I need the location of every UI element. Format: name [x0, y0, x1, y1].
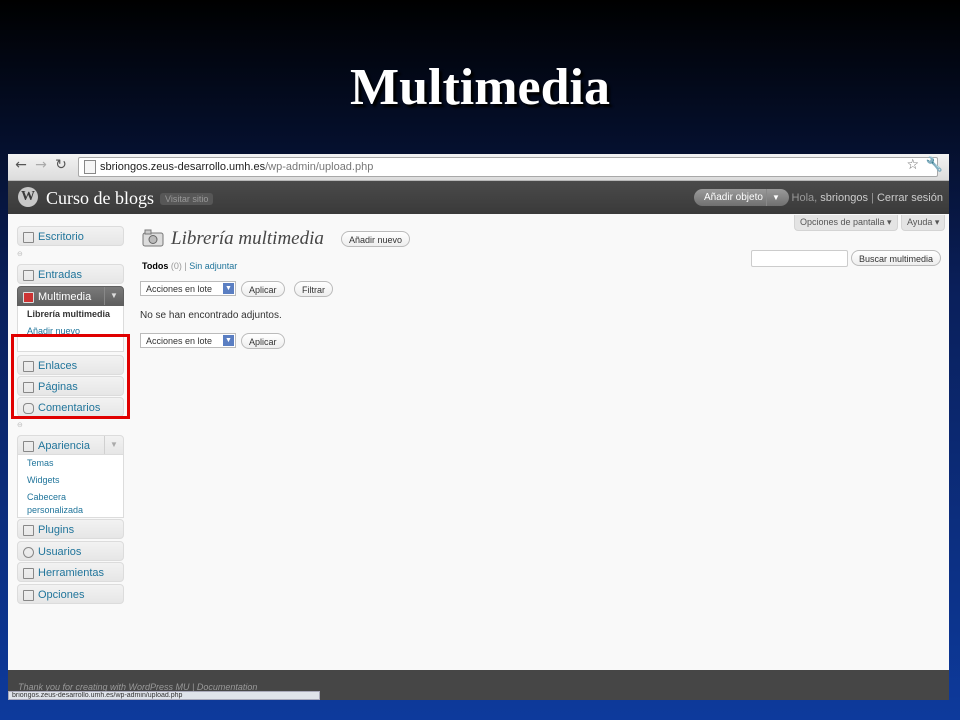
apply-button-bottom[interactable]: Aplicar [241, 333, 285, 349]
tools-icon [23, 568, 34, 579]
username-link[interactable]: sbriongos [820, 192, 868, 204]
pages-icon [23, 382, 34, 393]
menu-tools[interactable]: Herramientas [17, 562, 124, 582]
forward-icon[interactable]: → [32, 157, 50, 173]
submenu-custom-header[interactable]: Cabecera personalizada [18, 489, 123, 519]
page-title: Librería multimedia [171, 228, 324, 249]
menu-plugins[interactable]: Plugins [17, 519, 124, 539]
add-new-button[interactable]: Añadir nuevo [341, 231, 411, 247]
settings-icon [23, 590, 34, 601]
menu-label: Escritorio [38, 231, 84, 243]
help-button[interactable]: Ayuda ▾ [901, 215, 946, 231]
submenu-media-library[interactable]: Librería multimedia [18, 306, 123, 323]
media-submenu: Librería multimedia Añadir nuevo [17, 306, 124, 352]
add-object-label: Añadir objeto [704, 192, 763, 203]
menu-settings[interactable]: Opciones [17, 584, 124, 604]
apply-button[interactable]: Aplicar [241, 281, 285, 297]
bookmark-star-icon[interactable]: ☆ [906, 157, 919, 173]
browser-toolbar: ← → ↻ sbriongos.zeus-desarrollo.umh.es/w… [8, 154, 949, 181]
pin-icon [23, 270, 34, 281]
users-icon [23, 547, 34, 558]
logout-link[interactable]: Cerrar sesión [877, 192, 943, 204]
menu-separator: ⊖ [17, 421, 23, 429]
status-bar: briongos.zeus-desarrollo.umh.es/wp-admin… [8, 691, 320, 700]
menu-pages[interactable]: Páginas [17, 376, 124, 396]
menu-label: Plugins [38, 524, 75, 536]
greeting: Hola, [791, 192, 821, 204]
bulk-actions-select[interactable]: Acciones en lote ▼ [140, 281, 236, 296]
visit-site-button[interactable]: Visitar sitio [160, 193, 214, 205]
filter-links: Todos (0) | Sin adjuntar [142, 261, 237, 271]
back-icon[interactable]: ← [12, 157, 30, 173]
filter-all-count: (0) [170, 261, 182, 271]
url-host: sbriongos.zeus-desarrollo.umh.es [100, 161, 266, 173]
appearance-icon [23, 441, 34, 452]
browser-window: ← → ↻ sbriongos.zeus-desarrollo.umh.es/w… [8, 154, 949, 700]
wp-admin-header: W Curso de blogs Visitar sitio Añadir ob… [8, 181, 949, 214]
empty-message: No se han encontrado adjuntos. [140, 310, 282, 321]
submenu-widgets[interactable]: Widgets [18, 472, 123, 489]
menu-media[interactable]: Multimedia ▼ [17, 286, 124, 306]
plugin-icon [23, 525, 34, 536]
page-icon [84, 160, 96, 174]
submenu-themes[interactable]: Temas [18, 455, 123, 472]
menu-label: Herramientas [38, 567, 105, 579]
submenu-add-new[interactable]: Añadir nuevo [18, 323, 123, 340]
wordpress-logo-icon[interactable]: W [18, 187, 38, 207]
comment-icon [23, 403, 34, 414]
menu-label: Apariencia [38, 440, 90, 452]
link-icon [23, 361, 34, 372]
wrench-icon[interactable]: 🔧 [926, 157, 943, 173]
media-icon [23, 292, 34, 303]
menu-posts[interactable]: Entradas [17, 264, 124, 284]
appearance-submenu: Temas Widgets Cabecera personalizada [17, 455, 124, 518]
search-input[interactable] [751, 250, 848, 267]
bulk-actions-select-bottom[interactable]: Acciones en lote ▼ [140, 333, 236, 348]
filter-separator: | [184, 261, 187, 271]
filter-button[interactable]: Filtrar [294, 281, 333, 297]
home-icon [23, 232, 34, 243]
menu-separator: ⊖ [17, 250, 23, 258]
menu-links[interactable]: Enlaces [17, 355, 124, 375]
menu-label: Multimedia [38, 291, 92, 303]
menu-label: Comentarios [38, 402, 101, 414]
menu-label: Entradas [38, 269, 83, 281]
url-path: /wp-admin/upload.php [265, 161, 374, 173]
screen-options-button[interactable]: Opciones de pantalla ▾ [794, 215, 898, 231]
chevron-down-icon: ▼ [223, 283, 234, 294]
media-library-icon [142, 229, 164, 247]
chevron-down-icon: ▼ [223, 335, 234, 346]
menu-label: Usuarios [38, 546, 82, 558]
chevron-down-icon[interactable]: ▼ [104, 287, 123, 305]
menu-label: Enlaces [38, 360, 78, 372]
chevron-down-icon[interactable]: ▼ [104, 436, 123, 454]
search-media-button[interactable]: Buscar multimedia [851, 250, 942, 266]
chevron-down-icon[interactable]: ▼ [765, 189, 785, 206]
menu-label: Páginas [38, 381, 78, 393]
filter-all[interactable]: Todos [142, 261, 168, 271]
menu-users[interactable]: Usuarios [17, 541, 124, 561]
bulk-actions-value: Acciones en lote [146, 336, 213, 346]
menu-appearance[interactable]: Apariencia ▼ [17, 435, 124, 455]
reload-icon[interactable]: ↻ [52, 157, 70, 173]
separator: | [867, 192, 877, 204]
admin-content: Opciones de pantalla ▾ Ayuda ▾ Escritori… [8, 214, 949, 670]
address-bar[interactable]: sbriongos.zeus-desarrollo.umh.es/wp-admi… [78, 157, 938, 177]
menu-comments[interactable]: Comentarios [17, 397, 124, 417]
filter-unattached[interactable]: Sin adjuntar [189, 261, 237, 271]
add-object-button[interactable]: Añadir objeto ▼ [694, 189, 789, 206]
menu-dashboard[interactable]: Escritorio [17, 226, 124, 246]
site-name: Curso de blogs [46, 188, 154, 208]
menu-label: Opciones [38, 589, 85, 601]
slide-title: Multimedia [350, 59, 610, 116]
bulk-actions-value: Acciones en lote [146, 284, 213, 294]
user-links: Hola, sbriongos | Cerrar sesión [792, 192, 943, 204]
